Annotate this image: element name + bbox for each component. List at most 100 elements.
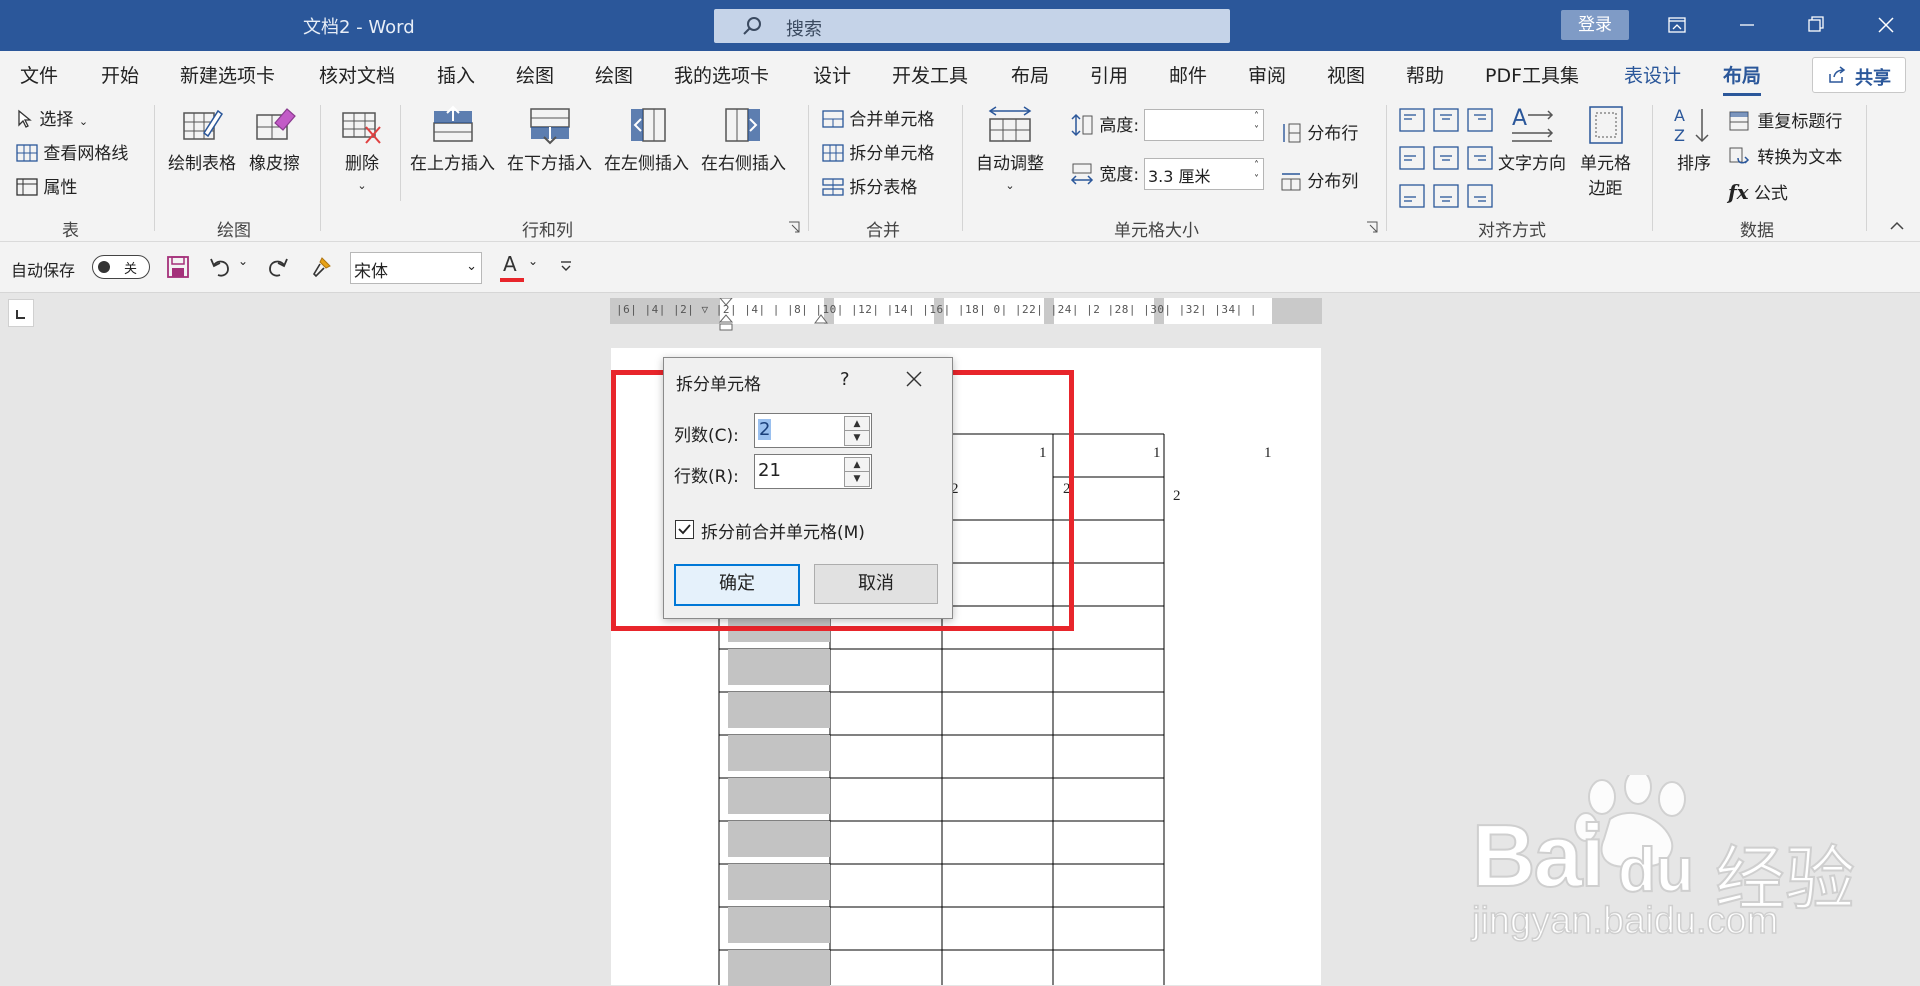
ok-button[interactable]: 确定 bbox=[674, 564, 800, 606]
tab-help[interactable]: 帮助 bbox=[1406, 61, 1444, 88]
tab-view[interactable]: 视图 bbox=[1327, 61, 1365, 88]
tab-mailings[interactable]: 邮件 bbox=[1169, 61, 1207, 88]
tab-design[interactable]: 设计 bbox=[813, 61, 851, 88]
tab-review[interactable]: 审阅 bbox=[1248, 61, 1286, 88]
login-button[interactable]: 登录 bbox=[1561, 10, 1629, 40]
insert-above-button[interactable]: 在上方插入 bbox=[410, 105, 495, 174]
tab-new-tab[interactable]: 新建选项卡 bbox=[180, 61, 275, 88]
right-indent-marker-icon[interactable] bbox=[814, 310, 828, 324]
format-painter-icon[interactable] bbox=[310, 254, 336, 280]
sort-button[interactable]: AZ 排序 bbox=[1672, 105, 1716, 174]
close-icon[interactable] bbox=[905, 370, 923, 388]
undo-icon[interactable] bbox=[208, 255, 232, 279]
share-button[interactable]: 共享 bbox=[1812, 57, 1906, 93]
selected-cell[interactable] bbox=[728, 907, 830, 943]
split-table-button[interactable]: 拆分表格 bbox=[822, 173, 917, 198]
tab-check-document[interactable]: 核对文档 bbox=[319, 61, 395, 88]
font-color-button[interactable]: A bbox=[500, 252, 524, 282]
close-icon[interactable] bbox=[1860, 6, 1910, 46]
tab-table-layout[interactable]: 布局 bbox=[1723, 61, 1762, 96]
tab-references[interactable]: 引用 bbox=[1090, 61, 1128, 88]
tab-home[interactable]: 开始 bbox=[101, 61, 139, 88]
tab-insert[interactable]: 插入 bbox=[437, 61, 475, 88]
width-spinner[interactable]: ˄ ˅ bbox=[1254, 159, 1259, 187]
horizontal-ruler[interactable]: |6| |4| |2| ▽ |2| |4| | |8| |10| |12| |1… bbox=[610, 298, 1322, 331]
search-box[interactable]: 搜索 bbox=[714, 9, 1230, 43]
selected-cell[interactable] bbox=[728, 950, 830, 986]
height-input[interactable]: ˄ ˅ bbox=[1144, 109, 1264, 141]
group-label-rows-cols: 行和列 bbox=[522, 221, 573, 241]
insert-below-icon bbox=[529, 108, 570, 145]
collapse-ribbon-icon[interactable] bbox=[1890, 221, 1904, 231]
tab-table-design[interactable]: 表设计 bbox=[1624, 61, 1681, 88]
search-icon bbox=[743, 17, 761, 35]
rows-input[interactable]: 21 ▲ ▼ bbox=[754, 454, 872, 489]
distribute-rows-button[interactable]: 分布行 bbox=[1280, 119, 1358, 144]
indent-marker-icon[interactable] bbox=[718, 298, 734, 334]
cancel-button[interactable]: 取消 bbox=[814, 564, 938, 604]
font-color-bar bbox=[500, 278, 524, 282]
rows-spin-down[interactable]: ▼ bbox=[844, 471, 870, 487]
redo-icon[interactable] bbox=[266, 255, 290, 279]
tab-file[interactable]: 文件 bbox=[20, 61, 58, 88]
convert-to-text-button[interactable]: 转换为文本 bbox=[1728, 143, 1842, 168]
draw-table-button[interactable]: 绘制表格 bbox=[168, 105, 236, 174]
tab-draw-1[interactable]: 绘图 bbox=[516, 61, 554, 88]
selected-cell[interactable] bbox=[728, 778, 830, 814]
cursor-icon bbox=[18, 109, 32, 128]
distribute-rows-icon bbox=[1283, 123, 1301, 143]
ribbon-display-options-icon[interactable] bbox=[1652, 6, 1702, 46]
help-button[interactable]: ? bbox=[840, 369, 850, 390]
selected-cell[interactable] bbox=[728, 692, 830, 728]
columns-input[interactable]: 2 ▲ ▼ bbox=[754, 413, 872, 448]
search-placeholder: 搜索 bbox=[786, 19, 822, 40]
group-separator bbox=[1866, 105, 1867, 231]
split-cells-button[interactable]: 拆分单元格 bbox=[822, 139, 934, 164]
undo-dropdown-icon[interactable]: ⌄ bbox=[238, 254, 248, 268]
tab-pdf-tools[interactable]: PDF工具集 bbox=[1485, 61, 1579, 88]
merge-cells-button[interactable]: 合并单元格 bbox=[822, 105, 934, 130]
dialog-launcher-icon[interactable] bbox=[1366, 221, 1378, 233]
height-spinner[interactable]: ˄ ˅ bbox=[1254, 110, 1259, 138]
eraser-button[interactable]: 橡皮擦 bbox=[249, 105, 300, 174]
save-icon[interactable] bbox=[166, 255, 190, 279]
tab-developer[interactable]: 开发工具 bbox=[892, 61, 968, 88]
tab-my-tab[interactable]: 我的选项卡 bbox=[674, 61, 769, 88]
width-value: 3.3 厘米 bbox=[1148, 167, 1211, 186]
tab-draw-2[interactable]: 绘图 bbox=[595, 61, 633, 88]
insert-left-button[interactable]: 在左侧插入 bbox=[604, 105, 689, 174]
merge-before-split-label[interactable]: 拆分前合并单元格(M) bbox=[701, 518, 865, 543]
view-gridlines-button[interactable]: 查看网格线 bbox=[16, 139, 128, 164]
dialog-launcher-icon[interactable] bbox=[788, 221, 800, 233]
insert-below-button[interactable]: 在下方插入 bbox=[507, 105, 592, 174]
selected-cell[interactable] bbox=[728, 649, 830, 685]
selected-cell[interactable] bbox=[728, 864, 830, 900]
group-separator bbox=[808, 105, 809, 231]
merge-before-split-checkbox[interactable] bbox=[675, 520, 694, 539]
distribute-cols-button[interactable]: 分布列 bbox=[1280, 167, 1358, 192]
repeat-header-button[interactable]: 重复标题行 bbox=[1728, 107, 1842, 132]
selected-cell[interactable] bbox=[728, 735, 830, 771]
customize-toolbar-icon[interactable] bbox=[560, 260, 572, 272]
tab-layout[interactable]: 布局 bbox=[1011, 61, 1049, 88]
font-color-dropdown-icon[interactable]: ⌄ bbox=[528, 254, 538, 268]
select-button[interactable]: 选择 ⌄ bbox=[16, 105, 88, 130]
tab-selector[interactable] bbox=[8, 299, 34, 327]
split-table-label: 拆分表格 bbox=[849, 178, 918, 198]
restore-icon[interactable] bbox=[1790, 6, 1840, 46]
formula-button[interactable]: fx 公式 bbox=[1728, 179, 1788, 204]
autosave-toggle[interactable]: 关 bbox=[92, 255, 150, 279]
text-direction-button[interactable]: A 文字方向 bbox=[1498, 105, 1566, 174]
insert-right-button[interactable]: 在右侧插入 bbox=[701, 105, 786, 174]
minimize-icon[interactable] bbox=[1722, 6, 1772, 46]
properties-button[interactable]: 属性 bbox=[16, 173, 77, 198]
autofit-button[interactable]: 自动调整 ⌄ bbox=[976, 105, 1044, 194]
width-input[interactable]: 3.3 厘米 ˄ ˅ bbox=[1144, 158, 1264, 190]
toggle-state: 关 bbox=[124, 262, 138, 277]
toggle-knob bbox=[98, 261, 110, 273]
cell-margins-button[interactable]: 单元格 边距 bbox=[1580, 105, 1631, 199]
columns-spin-down[interactable]: ▼ bbox=[844, 430, 870, 446]
delete-button[interactable]: 删除 ⌄ bbox=[340, 105, 384, 194]
selected-cell[interactable] bbox=[728, 821, 830, 857]
font-name-select[interactable]: 宋体 ⌄ bbox=[350, 252, 482, 284]
